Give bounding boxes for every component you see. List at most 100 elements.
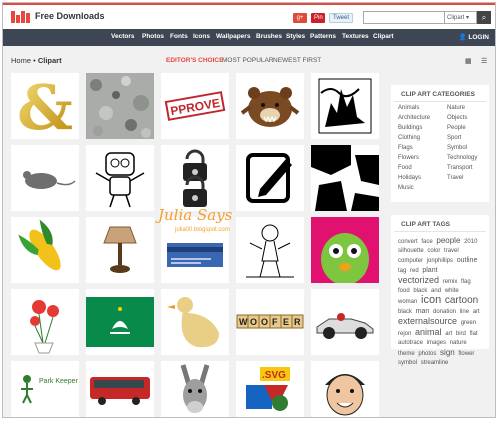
sort-editors-choice[interactable]: EDITOR'S CHOICE <box>166 57 223 64</box>
thumb-woofer-tiles[interactable]: W O O F E R <box>236 289 304 355</box>
tag-link[interactable]: tag <box>398 268 406 274</box>
nav-photos[interactable]: Photos <box>142 33 164 40</box>
thumb-svg-shapes[interactable]: .SVG <box>236 361 304 417</box>
category-link[interactable]: Flags <box>398 145 413 151</box>
thumb-ampersand[interactable]: & <box>11 73 79 139</box>
tag-link[interactable]: icon <box>421 294 441 306</box>
tag-link[interactable]: plant <box>422 267 437 274</box>
tag-link[interactable]: food <box>398 288 410 294</box>
thumb-bw-abstract[interactable] <box>311 145 379 211</box>
thumb-balloon-flowers[interactable] <box>11 289 79 355</box>
thumb-lamp[interactable] <box>86 217 154 283</box>
tag-link[interactable]: outline <box>457 257 478 264</box>
tag-link[interactable]: face <box>421 239 432 245</box>
tag-link[interactable]: art <box>473 309 480 315</box>
pinterest-button[interactable]: Pin it <box>311 13 325 31</box>
tag-link[interactable]: people <box>436 236 460 245</box>
login-button[interactable]: 👤 LOGIN <box>459 33 490 41</box>
thumb-ink-tree[interactable] <box>311 73 379 139</box>
tag-link[interactable]: silhouette <box>398 248 424 254</box>
thumb-mouse[interactable] <box>11 145 79 211</box>
category-link[interactable]: People <box>447 125 466 131</box>
tag-link[interactable]: line <box>460 309 469 315</box>
thumb-approve-stamp[interactable]: PPROVE <box>161 73 229 139</box>
tag-link[interactable]: bird <box>456 331 466 337</box>
category-link[interactable]: Transport <box>447 165 472 171</box>
category-link[interactable]: Music <box>398 185 414 191</box>
tag-link[interactable]: images <box>427 340 446 346</box>
tag-link[interactable]: rejon <box>398 331 411 337</box>
thumb-bus[interactable] <box>86 361 154 417</box>
tag-link[interactable]: computer <box>398 258 423 264</box>
tag-link[interactable]: convert <box>398 239 418 245</box>
tag-link[interactable]: theme <box>398 351 415 357</box>
search-input[interactable] <box>363 11 445 24</box>
nav-fonts[interactable]: Fonts <box>170 33 188 40</box>
thumb-macau-flag[interactable] <box>86 289 154 355</box>
grid-view-icon[interactable]: ▦ <box>465 57 472 65</box>
category-link[interactable]: Symbol <box>447 145 467 151</box>
nav-textures[interactable]: Textures <box>342 33 369 40</box>
tag-link[interactable]: man <box>416 308 430 315</box>
thumb-padlocks[interactable] <box>161 145 229 211</box>
tag-link[interactable]: travel <box>444 248 459 254</box>
tag-link[interactable]: flag <box>461 279 471 285</box>
tag-link[interactable]: black <box>398 309 412 315</box>
category-link[interactable]: Technology <box>447 155 477 161</box>
logo-icon[interactable] <box>11 11 31 23</box>
tag-link[interactable]: remix <box>443 279 458 285</box>
nav-patterns[interactable]: Patterns <box>310 33 336 40</box>
search-category-select[interactable]: Clipart ▾ <box>445 11 477 24</box>
category-link[interactable]: Food <box>398 165 412 171</box>
tag-link[interactable]: donation <box>433 309 456 315</box>
tag-link[interactable]: red <box>410 268 419 274</box>
category-link[interactable]: Objects <box>447 115 467 121</box>
search-button[interactable]: ⌕ <box>477 11 491 24</box>
tag-link[interactable]: animal <box>415 327 442 337</box>
category-link[interactable]: Flowers <box>398 155 419 161</box>
category-link[interactable]: Buildings <box>398 125 422 131</box>
sort-newest-first[interactable]: NEWEST FIRST <box>273 57 321 64</box>
tag-link[interactable]: photos <box>418 351 436 357</box>
breadcrumb-home[interactable]: Home <box>11 56 31 65</box>
google-plus-button[interactable]: g+ <box>293 13 307 23</box>
thumb-face[interactable] <box>311 361 379 417</box>
category-link[interactable]: Nature <box>447 105 465 111</box>
tag-link[interactable]: vectorized <box>398 275 439 285</box>
tag-link[interactable]: nature <box>450 340 467 346</box>
nav-wallpapers[interactable]: Wallpapers <box>216 33 250 40</box>
category-link[interactable]: Clothing <box>398 135 420 141</box>
tag-link[interactable]: flat <box>470 331 478 337</box>
nav-clipart[interactable]: Clipart <box>373 33 394 40</box>
tag-link[interactable]: 2010 <box>464 239 477 245</box>
tag-link[interactable]: woman <box>398 299 417 305</box>
nav-brushes[interactable]: Brushes <box>256 33 282 40</box>
category-link[interactable]: Architecture <box>398 115 430 121</box>
thumb-park-keeper[interactable]: Park Keeper <box>11 361 79 417</box>
tag-link[interactable]: flower <box>458 351 474 357</box>
tag-link[interactable]: white <box>445 288 459 294</box>
thumb-granite-texture[interactable] <box>86 73 154 139</box>
list-view-icon[interactable]: ☰ <box>481 57 487 65</box>
logo-text[interactable]: Free Downloads <box>35 11 105 21</box>
tag-link[interactable]: cartoon <box>445 295 478 306</box>
category-link[interactable]: Animals <box>398 105 419 111</box>
thumb-corn[interactable] <box>11 217 79 283</box>
tweet-button[interactable]: Tweet <box>329 13 353 23</box>
tag-link[interactable]: autotrace <box>398 340 423 346</box>
nav-icons[interactable]: Icons <box>193 33 210 40</box>
category-link[interactable]: Sport <box>447 135 461 141</box>
sort-most-popular[interactable]: MOST POPULAR <box>222 57 274 64</box>
thumb-duck[interactable] <box>161 289 229 355</box>
tag-link[interactable]: art <box>445 331 452 337</box>
thumb-race-car[interactable] <box>311 289 379 355</box>
tag-link[interactable]: green <box>461 320 476 326</box>
tag-link[interactable]: jonphillips <box>427 258 453 264</box>
tag-link[interactable]: streamline <box>421 360 449 366</box>
thumb-bear[interactable] <box>236 73 304 139</box>
tag-link[interactable]: sign <box>440 348 455 357</box>
thumb-edit-icon[interactable] <box>236 145 304 211</box>
tag-link[interactable]: symbol <box>398 360 417 366</box>
tag-link[interactable]: color <box>427 248 440 254</box>
category-link[interactable]: Travel <box>447 175 463 181</box>
